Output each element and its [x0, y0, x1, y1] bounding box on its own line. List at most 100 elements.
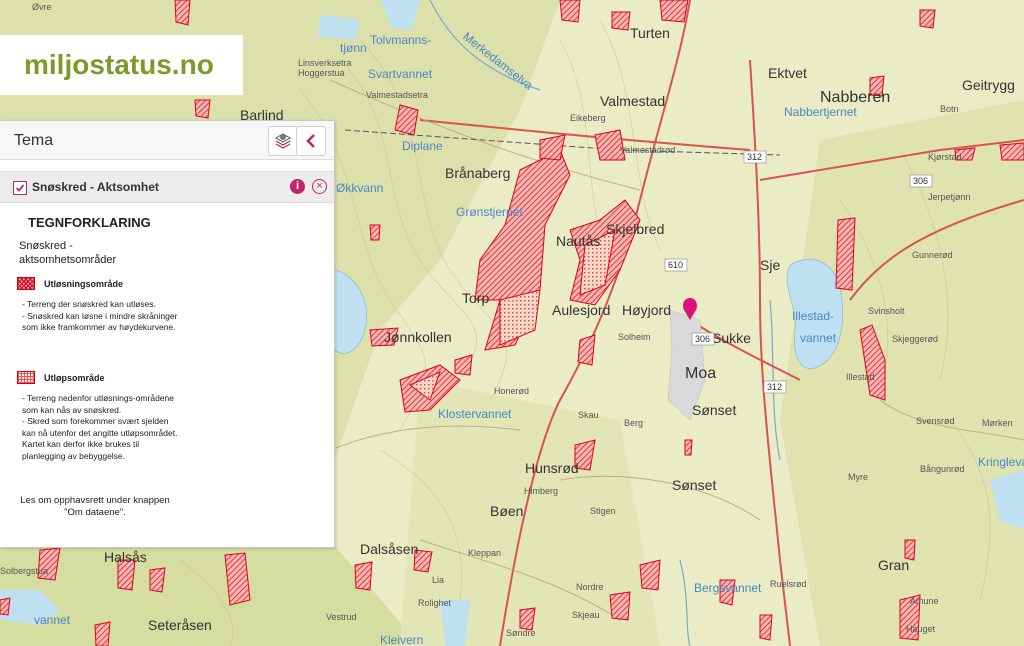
place-label: Nautås [556, 233, 600, 249]
place-label: Skjelbred [606, 221, 664, 237]
layers-icon [274, 133, 292, 149]
water-label: Klostervannet [438, 407, 512, 421]
checkmark-icon [15, 184, 25, 192]
layer-checkbox[interactable] [13, 181, 27, 195]
water-label: Svartvannet [368, 67, 433, 81]
water-label: vannet [800, 331, 837, 345]
place-label: Hauget [906, 624, 936, 634]
water-label: tjønn [340, 41, 367, 55]
place-label: Berg [624, 418, 643, 428]
place-label: Eikeberg [570, 113, 606, 123]
layer-row[interactable]: Snøskred - Aktsomhet i × [0, 171, 334, 203]
place-label: Valmestad [600, 93, 665, 109]
place-label: Solheim [618, 332, 651, 342]
place-label: Himberg [524, 486, 558, 496]
place-label: Kleppan [468, 548, 501, 558]
place-label: Kjørstad [928, 152, 962, 162]
svg-text:306: 306 [695, 334, 710, 344]
place-label: Svinsholt [868, 306, 905, 316]
place-label: Gunnerød [912, 250, 953, 260]
place-label: Sukke [712, 330, 751, 346]
water-label: Diplane [402, 139, 443, 153]
place-label: Turten [630, 25, 670, 41]
road-shield: 306 [909, 174, 933, 188]
layer-name: Snøskred - Aktsomhet [32, 180, 159, 194]
place-label: Dalsåsen [360, 541, 418, 557]
place-label: Illestad [846, 372, 875, 382]
copyright-note: Les om opphavsrett under knappen "Om dat… [20, 495, 170, 518]
place-label: Sønset [672, 477, 716, 493]
place-label: Myre [848, 472, 868, 482]
road-shield: 306 [691, 332, 715, 346]
theme-panel: Tema Snøskred - Aktsomhet i × TEGNFORKLA… [0, 120, 335, 548]
logo-text: miljostatus.no [24, 49, 214, 80]
place-label: Jønnkollen [384, 329, 452, 345]
place-label: Søndre [506, 628, 536, 638]
legend-item-description: - Terreng der snøskred kan utløses. - Sn… [22, 299, 178, 332]
place-label: Vestrud [326, 612, 357, 622]
place-label: Stigen [590, 506, 616, 516]
place-label: Valmestadrød [620, 145, 675, 155]
runout-area-swatch [17, 371, 35, 384]
place-label: Botn [940, 104, 959, 114]
road-shield: 312 [763, 380, 787, 394]
panel-title: Tema [14, 132, 54, 149]
road-shield: 610 [664, 258, 688, 272]
place-label: Hunsrød [525, 460, 579, 476]
release-area-swatch [17, 277, 35, 290]
water-label: Kleivern [380, 633, 423, 646]
collapse-panel-button[interactable] [296, 126, 326, 156]
place-label: Ektvet [768, 65, 807, 81]
svg-text:312: 312 [747, 152, 762, 162]
place-label: Aulesjord [552, 302, 610, 318]
water-label: Bergsvannet [694, 581, 762, 595]
place-label: Bøen [490, 503, 523, 519]
place-label: Hoggerstua [298, 68, 345, 78]
place-label: Skau [578, 410, 599, 420]
place-label: Jerpetjønn [928, 192, 971, 202]
place-label: Øvre [32, 2, 52, 12]
place-label: Høyjord [622, 302, 671, 318]
place-label: Rolighet [418, 598, 452, 608]
chevron-left-icon [306, 134, 315, 148]
place-label: Svensrød [916, 416, 955, 426]
place-label: Lia [432, 575, 444, 585]
place-label: Valmestadsetra [366, 90, 428, 100]
place-label: Bångunrød [920, 464, 965, 474]
water-label: Tolvmanns- [370, 33, 431, 47]
close-circle-icon[interactable]: × [312, 179, 327, 194]
legend-subtitle: Snøskred - aktsomhetsområder [19, 240, 117, 266]
place-label: Mørken [982, 418, 1013, 428]
place-label: Torp [462, 290, 489, 306]
svg-text:306: 306 [913, 176, 928, 186]
svg-text:610: 610 [668, 260, 683, 270]
place-label: Amune [910, 596, 939, 606]
water-label: vannet [34, 613, 71, 627]
place-label: Skjeggerød [892, 334, 938, 344]
place-label: Linsverksetra [298, 58, 352, 68]
place-label: Sønset [692, 402, 736, 418]
place-label: Solbergstua [0, 566, 48, 576]
info-icon[interactable]: i [290, 179, 305, 194]
place-label: Gran [878, 557, 909, 573]
place-label: Nabberen [820, 89, 890, 106]
legend-title: TEGNFORKLARING [28, 215, 151, 230]
legend-item-name: Utløsningsområde [44, 279, 124, 289]
place-label: Skjeau [572, 610, 600, 620]
logo[interactable]: miljostatus.no [0, 35, 243, 95]
svg-text:312: 312 [767, 382, 782, 392]
place-label: Sje [760, 257, 780, 273]
road-shield: 312 [743, 150, 767, 164]
place-label: Nordre [576, 582, 604, 592]
legend-item-name: Utløpsområde [44, 373, 105, 383]
place-label: Halsås [104, 549, 147, 565]
place-label: Seteråsen [148, 617, 212, 633]
water-label: Illestad- [792, 309, 834, 323]
place-label: Honerød [494, 386, 529, 396]
water-label: Grønstjernet [456, 205, 523, 219]
water-label: Kringlevann [978, 455, 1024, 469]
layers-button[interactable] [268, 126, 298, 156]
water-label: Økkvann [336, 181, 383, 195]
place-label: Brånaberg [445, 165, 510, 181]
place-label: Moa [685, 365, 716, 382]
